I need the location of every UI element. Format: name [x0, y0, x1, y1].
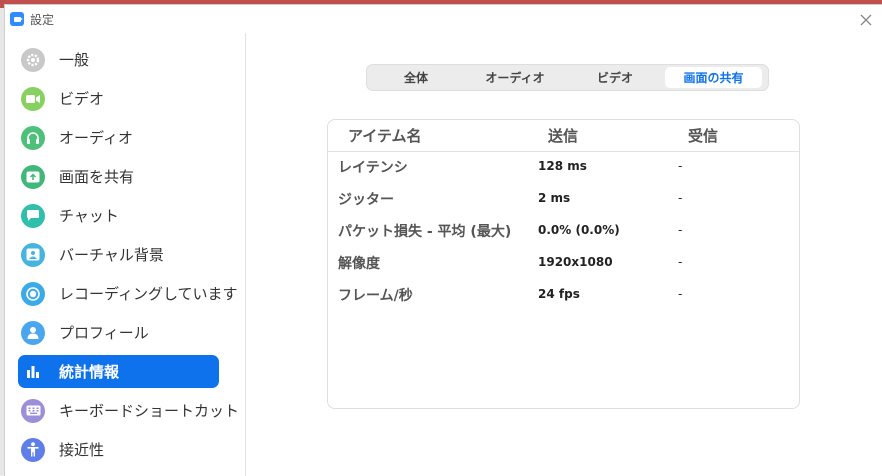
settings-window: 設定 一般 ビデオ オーディオ 画面を共有 チャット バーチャル背景 レコーディ… [4, 4, 882, 476]
statistics-panel-area: 全体 オーディオ ビデオ 画面の共有 アイテム名 送信 受信 レイテンシ 128… [246, 33, 882, 476]
row-receive-value: - [678, 159, 683, 173]
row-send-value: 0.0% (0.0%) [538, 223, 620, 237]
titlebar: 設定 [5, 5, 882, 33]
sidebar-item-label: 統計情報 [59, 363, 120, 381]
table-row: フレーム/秒 24 fps - [328, 282, 799, 308]
sidebar-item-share-screen[interactable]: 画面を共有 [18, 160, 219, 193]
header-send: 送信 [548, 127, 579, 145]
tab-audio[interactable]: オーディオ [465, 67, 565, 88]
row-label: レイテンシ [338, 160, 408, 176]
row-label: パケット損失 - 平均 (最大) [338, 224, 512, 240]
virtual-background-icon [21, 242, 45, 267]
sidebar-item-keyboard-shortcuts[interactable]: キーボードショートカット [18, 394, 239, 427]
row-send-value: 24 fps [538, 287, 580, 301]
keyboard-icon [21, 398, 45, 423]
table-row: ジッター 2 ms - [328, 186, 799, 212]
sidebar-item-label: ビデオ [59, 90, 105, 108]
window-title: 設定 [30, 13, 55, 27]
chat-bubble-icon [21, 203, 45, 228]
record-icon [21, 281, 45, 306]
header-receive: 受信 [688, 127, 719, 145]
table-row: 解像度 1920x1080 - [328, 250, 799, 276]
settings-sidebar: 一般 ビデオ オーディオ 画面を共有 チャット バーチャル背景 レコーディングし… [5, 33, 246, 476]
gear-icon [21, 47, 45, 72]
sidebar-item-label: オーディオ [59, 129, 133, 147]
header-item-name: アイテム名 [348, 127, 422, 145]
sidebar-item-label: 一般 [59, 51, 90, 69]
row-label: ジッター [338, 192, 394, 208]
sidebar-item-audio[interactable]: オーディオ [18, 121, 219, 154]
row-label: フレーム/秒 [338, 288, 413, 304]
accessibility-icon [21, 437, 45, 462]
row-receive-value: - [678, 287, 683, 301]
close-button[interactable] [855, 9, 877, 31]
sidebar-item-profile[interactable]: プロフィール [18, 316, 219, 349]
row-label: 解像度 [338, 256, 380, 272]
row-receive-value: - [678, 255, 683, 269]
tab-video[interactable]: ビデオ [565, 67, 665, 88]
bar-chart-icon [21, 360, 45, 384]
row-send-value: 1920x1080 [538, 255, 613, 269]
sidebar-item-label: キーボードショートカット [59, 402, 240, 420]
table-row: レイテンシ 128 ms - [328, 154, 799, 180]
sidebar-item-general[interactable]: 一般 [18, 43, 219, 76]
table-row: パケット損失 - 平均 (最大) 0.0% (0.0%) - [328, 218, 799, 244]
sidebar-item-chat[interactable]: チャット [18, 199, 219, 232]
sidebar-item-recording[interactable]: レコーディングしています [18, 277, 238, 310]
share-screen-icon [21, 164, 45, 189]
zoom-app-icon [10, 12, 24, 26]
sidebar-item-virtual-background[interactable]: バーチャル背景 [18, 238, 219, 271]
row-receive-value: - [678, 191, 683, 205]
sidebar-item-label: 画面を共有 [59, 168, 135, 186]
video-camera-icon [21, 86, 45, 111]
headphones-icon [21, 125, 45, 150]
sidebar-item-label: プロフィール [59, 324, 149, 342]
statistics-table: アイテム名 送信 受信 レイテンシ 128 ms - ジッター 2 ms - パ… [327, 119, 800, 409]
tab-screen-share[interactable]: 画面の共有 [665, 67, 762, 88]
sidebar-item-video[interactable]: ビデオ [18, 82, 219, 115]
row-receive-value: - [678, 223, 683, 237]
sidebar-item-statistics[interactable]: 統計情報 [18, 355, 219, 388]
table-header: アイテム名 送信 受信 [328, 120, 799, 152]
sidebar-item-label: レコーディングしています [59, 285, 238, 303]
sidebar-item-label: 接近性 [59, 441, 105, 459]
sidebar-item-label: バーチャル背景 [59, 246, 164, 264]
tab-overall[interactable]: 全体 [367, 67, 465, 88]
statistics-tabs: 全体 オーディオ ビデオ 画面の共有 [366, 64, 769, 91]
person-icon [21, 320, 45, 345]
close-icon [860, 14, 872, 26]
sidebar-item-label: チャット [59, 207, 119, 225]
row-send-value: 128 ms [538, 159, 587, 173]
sidebar-item-accessibility[interactable]: 接近性 [18, 433, 219, 466]
row-send-value: 2 ms [538, 191, 571, 205]
